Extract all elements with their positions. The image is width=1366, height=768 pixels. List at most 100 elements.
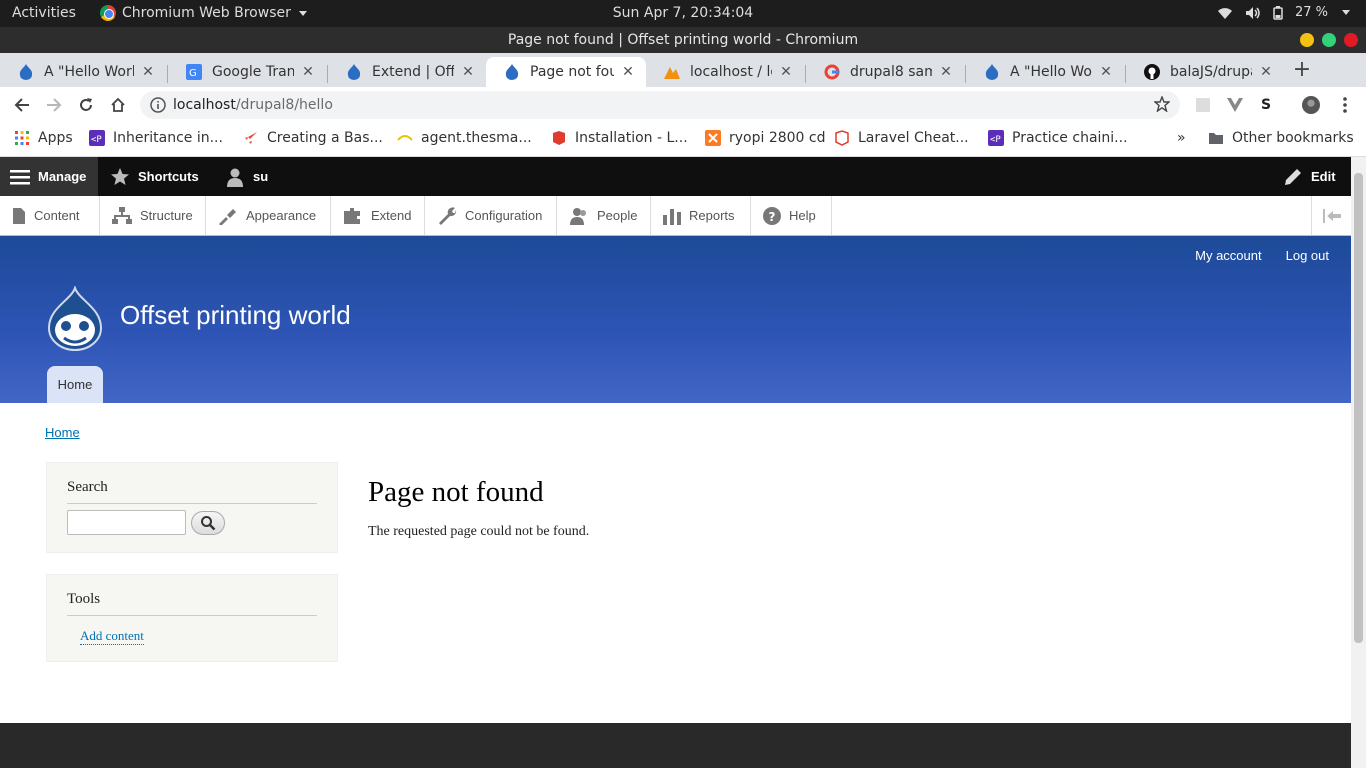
search-input[interactable] [67,510,186,535]
close-icon[interactable]: ✕ [1098,64,1114,80]
admin-menu-label: Extend [371,208,412,223]
toolbar-user[interactable]: su [215,157,278,196]
forward-button[interactable] [43,94,65,116]
overflow-chevron: » [1177,130,1186,146]
drupal-drop-icon [984,64,1000,80]
toolbar-shortcuts[interactable]: Shortcuts [100,157,209,196]
log-out-link[interactable]: Log out [1286,248,1329,263]
home-button[interactable] [107,94,129,116]
secondary-menu: My account Log out [1195,248,1329,263]
admin-menu-people[interactable]: People [557,196,651,235]
search-button[interactable] [191,511,225,535]
reload-button[interactable] [75,94,97,116]
bookmark-label: ryopi 2800 cd [729,130,826,146]
main-nav-home[interactable]: Home [47,366,103,403]
page-scrollbar[interactable] [1351,157,1366,768]
drupal-logo[interactable] [46,284,104,356]
tab-title: drupal8 sample [850,64,932,80]
profile-avatar[interactable] [1302,96,1320,114]
address-bar[interactable]: localhost/drupal8/hello [140,91,1180,119]
tab[interactable]: A "Hello World" ✕ [0,57,166,87]
admin-menu-label: Configuration [465,208,543,223]
maximize-button[interactable] [1322,33,1336,47]
admin-menu-structure[interactable]: Structure [100,196,206,235]
site-name[interactable]: Offset printing world [120,300,351,331]
app-menu[interactable]: Chromium Web Browser [100,5,307,21]
drupal-drop-icon [504,64,520,80]
user-icon [227,168,243,187]
tab[interactable]: drupal8 sample ✕ [806,57,964,87]
close-icon[interactable]: ✕ [460,64,476,80]
bookmark-label: Inheritance in... [113,130,223,146]
tray-orientation-toggle[interactable] [1311,196,1351,235]
new-tab-button[interactable]: + [1290,59,1314,81]
tab-title: A "Hello World" [1010,64,1092,80]
minimize-button[interactable] [1300,33,1314,47]
my-account-link[interactable]: My account [1195,248,1261,263]
bookmark-label: Laravel Cheat... [858,130,969,146]
bookmark-item[interactable]: Laravel Cheat... [834,130,969,146]
bookmark-apps[interactable]: Apps [14,130,73,146]
tab-strip: A "Hello World" ✕ G Google Translate ✕ E… [0,53,1366,87]
close-window-button[interactable] [1344,33,1358,47]
extension-icon[interactable] [1194,96,1212,114]
tab[interactable]: localhost / localhost ✕ [646,57,804,87]
svg-text:<P: <P [990,135,1001,145]
system-tray[interactable]: 27 % [1217,5,1350,20]
tab-title: Page not found [530,64,614,80]
admin-menu-extend[interactable]: Extend [331,196,425,235]
close-icon[interactable]: ✕ [778,64,794,80]
admin-menu-label: Appearance [246,208,317,223]
browser-menu-icon[interactable] [1336,96,1354,114]
apps-grid-icon [15,131,29,145]
admin-menu-configuration[interactable]: Configuration [425,196,557,235]
close-icon[interactable]: ✕ [938,64,954,80]
bookmark-item[interactable]: ryopi 2800 cd [705,130,826,146]
admin-menu-help[interactable]: ? Help [751,196,832,235]
window-controls [1300,33,1358,47]
admin-menu-label: Reports [689,208,735,223]
bookmark-item[interactable]: <P Practice chaini... [988,130,1128,146]
tab[interactable]: Extend | Offset ✕ [328,57,486,87]
vue-devtools-icon[interactable] [1226,96,1244,114]
close-icon[interactable]: ✕ [300,64,316,80]
back-button[interactable] [11,94,33,116]
url-text[interactable]: localhost/drupal8/hello [173,97,333,113]
admin-menu-reports[interactable]: Reports [651,196,751,235]
drupal-drop-icon [18,64,34,80]
close-icon[interactable]: ✕ [1258,64,1274,80]
admin-menu-appearance[interactable]: Appearance [206,196,331,235]
info-icon[interactable] [150,97,166,117]
bookmarks-overflow-button[interactable]: » [1177,130,1186,146]
toolbar-manage[interactable]: Manage [0,157,98,196]
close-icon[interactable]: ✕ [620,64,636,80]
page-title: Page not found [368,476,544,508]
activities-button[interactable]: Activities [12,5,76,21]
tab[interactable]: G Google Translate ✕ [168,57,326,87]
bookmark-item[interactable]: agent.thesma... [397,130,532,146]
extension-s-icon[interactable]: S [1257,96,1275,114]
scrollbar-thumb[interactable] [1354,173,1363,643]
battery-percentage: 27 % [1294,5,1328,20]
tab-title: A "Hello World" [44,64,134,80]
tab-active[interactable]: Page not found ✕ [486,57,646,87]
google-translate-icon: G [186,64,202,80]
add-content-link[interactable]: Add content [80,628,144,645]
bookmark-label: Practice chaini... [1012,130,1128,146]
bookmark-item[interactable]: <P Inheritance in... [89,130,223,146]
bookmark-item[interactable]: Installation - L... [551,130,688,146]
other-bookmarks-folder[interactable]: Other bookmarks [1208,130,1354,146]
tab[interactable]: balaJS/drupal ✕ [1126,57,1284,87]
drupal-drop-icon [346,64,362,80]
close-icon[interactable]: ✕ [140,64,156,80]
tab[interactable]: A "Hello World" ✕ [966,57,1124,87]
breadcrumb-home[interactable]: Home [45,425,80,440]
site-header: My account Log out Offset printing world… [0,236,1351,403]
extend-icon [344,207,360,224]
bookmark-star-icon[interactable] [1153,95,1171,116]
toolbar-edit[interactable]: Edit [1273,157,1346,196]
admin-menu-content[interactable]: Content [0,196,100,235]
xampp-icon [705,130,721,146]
tab-title: balaJS/drupal [1170,64,1252,80]
bookmark-item[interactable]: Creating a Bas... [243,130,383,146]
